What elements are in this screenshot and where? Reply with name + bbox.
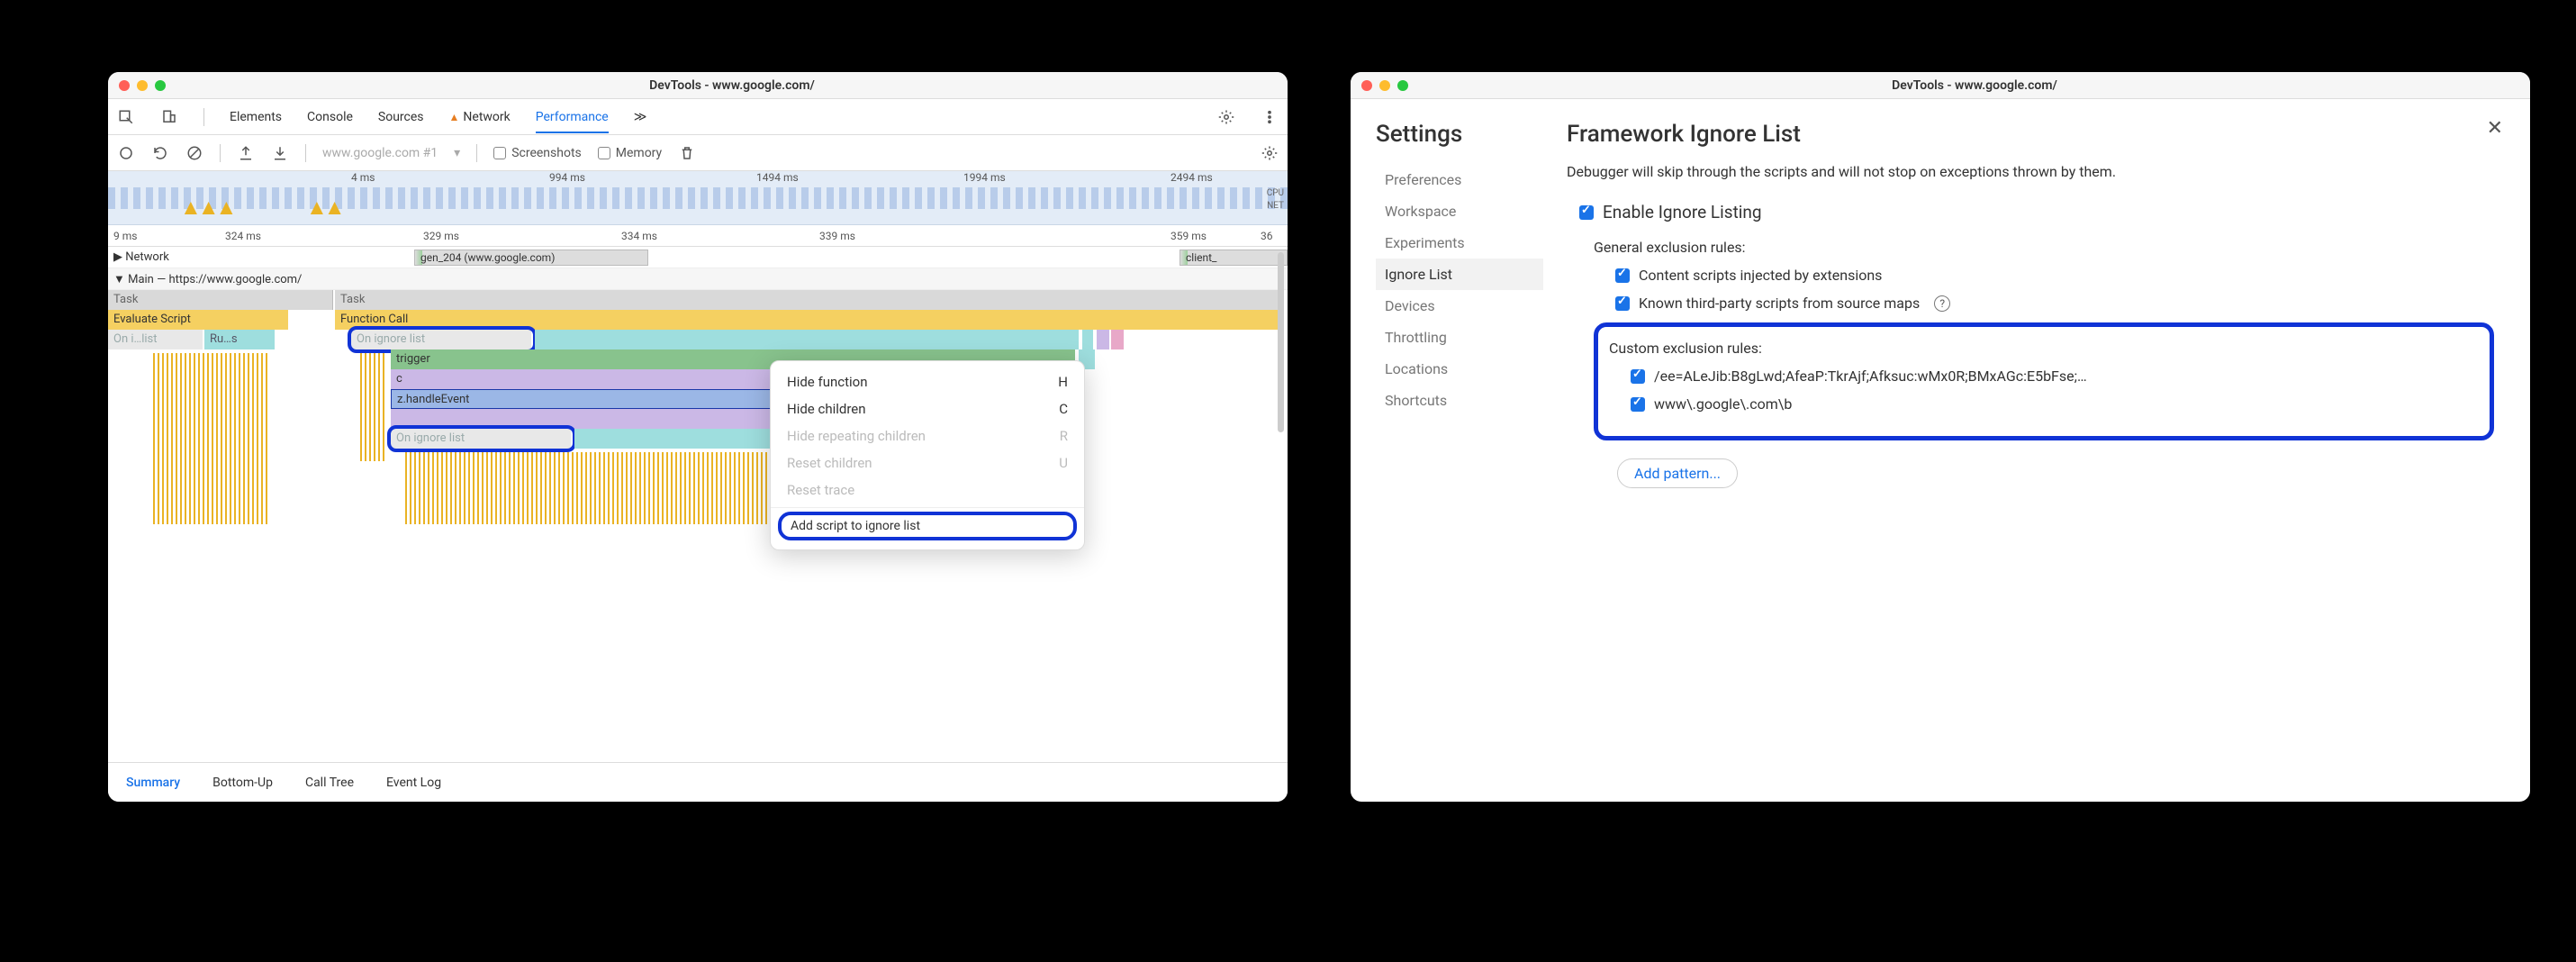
nav-workspace[interactable]: Workspace xyxy=(1376,195,1543,227)
nav-devices[interactable]: Devices xyxy=(1376,290,1543,322)
nav-ignore-list[interactable]: Ignore List xyxy=(1376,259,1543,290)
record-icon[interactable] xyxy=(117,144,135,162)
flame-run[interactable]: Ru…s xyxy=(204,330,275,349)
devtools-performance-window: DevTools - www.google.com/ Elements Cons… xyxy=(108,72,1288,802)
flame-on-ignore-list[interactable]: On ignore list xyxy=(391,429,571,449)
titlebar[interactable]: DevTools - www.google.com/ xyxy=(108,72,1288,99)
titlebar[interactable]: DevTools - www.google.com/ xyxy=(1351,72,2530,99)
help-icon[interactable]: ? xyxy=(1934,295,1950,312)
tab-network[interactable]: Network xyxy=(449,110,511,124)
flame-task[interactable]: Task xyxy=(335,290,1280,310)
scrollbar[interactable] xyxy=(1278,252,1284,432)
content-scripts-checkbox[interactable]: Content scripts injected by extensions xyxy=(1615,267,2494,284)
page-title: Framework Ignore List xyxy=(1567,121,2494,148)
tab-event-log[interactable]: Event Log xyxy=(386,776,441,790)
cm-reset-children: Reset children U xyxy=(771,449,1084,476)
clear-icon[interactable] xyxy=(185,144,203,162)
settings-sidebar: Settings Preferences Workspace Experimen… xyxy=(1351,99,1558,802)
nav-experiments[interactable]: Experiments xyxy=(1376,227,1543,259)
cm-hide-repeating: Hide repeating children R xyxy=(771,422,1084,449)
add-pattern-button[interactable]: Add pattern... xyxy=(1617,458,1738,488)
tab-call-tree[interactable]: Call Tree xyxy=(305,776,354,790)
tab-console[interactable]: Console xyxy=(307,110,353,124)
custom-rules-highlight: Custom exclusion rules: /ee=ALeJib:B8gLw… xyxy=(1594,322,2494,440)
nav-throttling[interactable]: Throttling xyxy=(1376,322,1543,353)
window-title: DevTools - www.google.com/ xyxy=(187,78,1277,93)
zoom-icon[interactable] xyxy=(1397,80,1408,91)
kebab-icon[interactable] xyxy=(1261,108,1279,126)
third-party-checkbox[interactable]: Known third-party scripts from source ma… xyxy=(1615,295,2494,312)
device-icon[interactable] xyxy=(160,108,178,126)
cpu-label: CPU xyxy=(1267,187,1284,200)
network-request-client[interactable]: client_ xyxy=(1180,250,1288,266)
flame-chart[interactable]: Task Task Evaluate Script Function Call … xyxy=(108,290,1288,524)
panel-tabs: Elements Console Sources Network Perform… xyxy=(108,99,1288,135)
checkbox-icon xyxy=(1615,268,1630,283)
inspect-icon[interactable] xyxy=(117,108,135,126)
minimize-icon[interactable] xyxy=(1379,80,1390,91)
window-title: DevTools - www.google.com/ xyxy=(1430,78,2519,93)
details-tabs: Summary Bottom-Up Call Tree Event Log xyxy=(108,762,1288,802)
network-request-gen204[interactable]: gen_204 (www.google.com) xyxy=(414,250,648,266)
settings-heading: Settings xyxy=(1376,121,1543,148)
memory-checkbox[interactable]: Memory xyxy=(598,146,662,160)
zoom-icon[interactable] xyxy=(155,80,166,91)
flame-evaluate-script[interactable]: Evaluate Script xyxy=(108,310,288,330)
tab-summary[interactable]: Summary xyxy=(126,776,180,790)
flame-context-menu: Hide function H Hide children C Hide rep… xyxy=(770,360,1085,550)
general-rules-label: General exclusion rules: xyxy=(1594,239,2494,256)
recording-selector[interactable]: www.google.com #1 xyxy=(322,146,438,160)
time-ruler[interactable]: 9 ms 324 ms 329 ms 334 ms 339 ms 359 ms … xyxy=(108,225,1288,247)
cm-hide-children[interactable]: Hide children C xyxy=(771,395,1084,422)
close-settings-icon[interactable]: ✕ xyxy=(2487,117,2503,140)
net-label: NET xyxy=(1267,200,1284,213)
main-track[interactable]: ▼ Main — https://www.google.com/ xyxy=(108,268,1288,290)
rule-2-checkbox[interactable]: www\.google\.com\b xyxy=(1631,395,2473,413)
upload-icon[interactable] xyxy=(237,144,255,162)
cm-add-to-ignore-list[interactable]: Add script to ignore list xyxy=(778,512,1077,540)
trash-icon[interactable] xyxy=(678,144,696,162)
screenshots-checkbox[interactable]: Screenshots xyxy=(493,146,582,160)
minimize-icon[interactable] xyxy=(137,80,148,91)
checkbox-icon xyxy=(1631,369,1645,384)
close-icon[interactable] xyxy=(119,80,130,91)
gear-icon[interactable] xyxy=(1217,108,1235,126)
cm-hide-function[interactable]: Hide function H xyxy=(771,368,1084,395)
tab-sources[interactable]: Sources xyxy=(378,110,424,124)
nav-locations[interactable]: Locations xyxy=(1376,353,1543,385)
flame-on-ignore-list[interactable]: On i…list xyxy=(108,330,203,349)
capture-settings-icon[interactable] xyxy=(1261,144,1279,162)
flame-function-call[interactable]: Function Call xyxy=(335,310,1280,330)
nav-preferences[interactable]: Preferences xyxy=(1376,164,1543,195)
nav-shortcuts[interactable]: Shortcuts xyxy=(1376,385,1543,416)
settings-main: ✕ Framework Ignore List Debugger will sk… xyxy=(1558,99,2530,802)
network-track[interactable]: ▶ Network gen_204 (www.google.com) clien… xyxy=(108,247,1288,268)
enable-ignore-checkbox[interactable]: Enable Ignore Listing xyxy=(1579,202,2494,222)
page-description: Debugger will skip through the scripts a… xyxy=(1567,162,2494,182)
tab-performance[interactable]: Performance xyxy=(536,110,609,133)
checkbox-icon xyxy=(1579,205,1594,220)
flame-task[interactable]: Task xyxy=(108,290,333,310)
tab-bottom-up[interactable]: Bottom-Up xyxy=(212,776,273,790)
checkbox-icon xyxy=(1631,397,1645,412)
close-icon[interactable] xyxy=(1361,80,1372,91)
reload-icon[interactable] xyxy=(151,144,169,162)
custom-rules-label: Custom exclusion rules: xyxy=(1609,340,2473,357)
download-icon[interactable] xyxy=(271,144,289,162)
cm-reset-trace: Reset trace xyxy=(771,476,1084,504)
rule-1-checkbox[interactable]: /ee=ALeJib:B8gLwd;AfeaP:TkrAjf;Afksuc:wM… xyxy=(1631,368,2473,385)
perf-toolbar: www.google.com #1 ▾ Screenshots Memory xyxy=(108,135,1288,171)
tab-overflow[interactable]: ≫ xyxy=(634,110,647,124)
flame-on-ignore-list[interactable]: On ignore list xyxy=(351,330,531,349)
tab-elements[interactable]: Elements xyxy=(230,110,282,124)
devtools-settings-window: DevTools - www.google.com/ Settings Pref… xyxy=(1351,72,2530,802)
overview-timeline[interactable]: 4 ms 994 ms 1494 ms 1994 ms 2494 ms ▲▲▲ … xyxy=(108,171,1288,225)
divider xyxy=(203,108,204,126)
checkbox-icon xyxy=(1615,296,1630,311)
